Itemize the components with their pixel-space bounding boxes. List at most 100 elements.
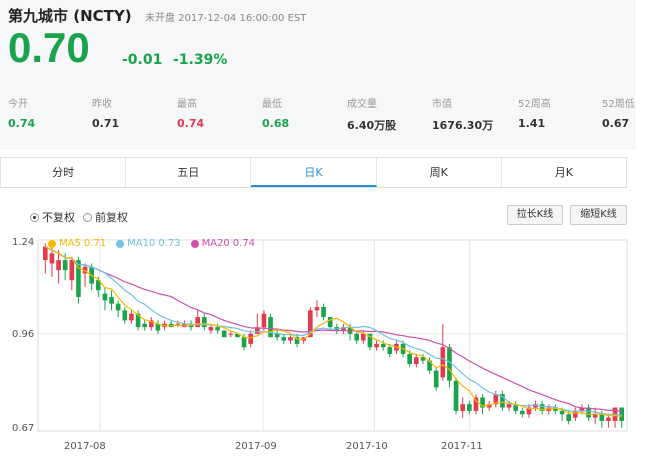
ma5-line: [45, 246, 622, 417]
legend-ma10: MA10 0.73: [116, 238, 181, 249]
candle-body: [440, 347, 446, 378]
x-tick-label: 2017-10: [346, 441, 388, 452]
candle-body: [374, 343, 379, 348]
candle-body: [56, 260, 61, 271]
stat-low: 最低 0.68: [262, 95, 289, 130]
candle-body: [314, 307, 320, 311]
stat-value: 1.41: [518, 117, 546, 130]
x-tick-label: 2017-11: [441, 441, 483, 452]
candle-body: [413, 357, 419, 364]
candle-body: [69, 260, 75, 281]
candle-body: [215, 327, 220, 331]
stat-prev-close: 昨收 0.71: [92, 95, 119, 130]
stat-label: 52周高: [518, 99, 551, 110]
stat-label: 最低: [262, 99, 282, 110]
radio-unadjusted[interactable]: 不复权: [30, 209, 75, 225]
candle-body: [261, 313, 267, 328]
radio-checked-icon: [30, 212, 39, 222]
legend-ma20: MA20 0.74: [190, 238, 256, 249]
market-status: 未开盘 2017-12-04 16:00:00 EST: [145, 13, 307, 24]
radio-label: 前复权: [95, 211, 128, 224]
candle-body: [572, 410, 578, 418]
k-line-chart: [37, 239, 628, 432]
candle-body: [49, 253, 55, 264]
stat-value: 0.71: [92, 117, 120, 130]
stat-52w-low: 52周低 0.67: [602, 95, 635, 130]
candle-body: [102, 293, 108, 301]
stock-title: 第九城市 (NCTY): [8, 7, 132, 25]
stat-value: 1676.30万: [432, 119, 494, 132]
y-tick-label: 0.67: [12, 423, 35, 434]
candle-body: [321, 307, 326, 318]
candle-body: [288, 337, 293, 341]
candle-body: [201, 317, 207, 328]
candle-body: [241, 337, 247, 348]
candle-body: [387, 347, 393, 354]
candle-body: [606, 417, 611, 421]
candle-body: [453, 380, 459, 411]
stat-52w-high: 52周高 1.41: [518, 95, 551, 130]
stat-value: 0.67: [602, 117, 630, 130]
x-tick-label: 2017-08: [64, 441, 106, 452]
candle-body: [109, 296, 114, 304]
plot-frame: [37, 239, 628, 432]
shrink-k-line-button[interactable]: 缩短K线: [570, 205, 627, 225]
price-change: -0.01: [122, 52, 163, 68]
candle-body: [122, 310, 128, 321]
ma10-dot-icon: [116, 239, 125, 248]
legend-ma5-name: MA5: [59, 238, 81, 249]
y-tick-label: 0.96: [12, 329, 35, 340]
stat-label: 今开: [8, 99, 28, 110]
ma20-dot-icon: [190, 239, 199, 248]
price-change-percent: -1.39%: [173, 52, 228, 68]
legend-ma20-value: 0.74: [232, 238, 256, 249]
candle-body: [433, 370, 439, 388]
stat-open: 今开 0.74: [8, 95, 35, 130]
stat-value: 6.40万股: [347, 119, 397, 132]
x-tick-label: 2017-09: [235, 441, 277, 452]
tab-daily-k[interactable]: 日K: [251, 158, 377, 187]
tab-intraday[interactable]: 分时: [1, 158, 127, 187]
candle-body: [62, 260, 68, 271]
y-tick-label: 1.24: [12, 237, 35, 248]
candle-body: [460, 404, 466, 411]
candle-body: [473, 397, 479, 411]
stat-volume: 成交量 6.40万股: [347, 95, 396, 133]
candle-body: [380, 343, 386, 348]
tab-weekly-k[interactable]: 周K: [377, 158, 502, 187]
stretch-k-line-button[interactable]: 拉长K线: [507, 205, 563, 225]
adjustment-options: 不复权 前复权: [30, 209, 128, 225]
stat-value: 0.74: [177, 117, 205, 130]
stat-market-cap: 市值 1676.30万: [432, 95, 493, 133]
candle-body: [619, 407, 625, 421]
candle-body: [115, 303, 121, 311]
candle-body: [281, 337, 287, 341]
radio-forward-adjusted[interactable]: 前复权: [83, 209, 128, 225]
candle-body: [208, 327, 214, 331]
stat-label: 市值: [432, 99, 452, 110]
ma5-dot-icon: [48, 239, 56, 248]
tab-five-day[interactable]: 五日: [126, 158, 252, 187]
candle-body: [195, 317, 201, 328]
candle-body: [228, 333, 234, 335]
current-price: 0.70: [8, 24, 90, 71]
candle-body: [506, 404, 512, 408]
radio-label: 不复权: [42, 211, 75, 224]
candle-body: [559, 410, 565, 415]
tab-monthly-k[interactable]: 月K: [502, 158, 626, 187]
legend-ma5-value: 0.71: [83, 238, 107, 249]
stat-label: 最高: [177, 99, 197, 110]
candle-body: [42, 246, 48, 261]
candle-body: [129, 313, 134, 321]
candle-body: [268, 317, 273, 338]
radio-unchecked-icon: [83, 212, 92, 222]
legend-ma20-name: MA20: [201, 238, 230, 249]
candle-body: [519, 410, 525, 415]
stat-value: 0.74: [8, 117, 36, 130]
candle-body: [360, 333, 366, 341]
stat-label: 成交量: [347, 99, 377, 110]
stat-label: 52周低: [602, 99, 635, 110]
candle-body: [142, 323, 148, 328]
stats-row: 今开 0.74 昨收 0.71 最高 0.74 最低 0.68 成交量 6.40…: [8, 95, 635, 133]
stat-label: 昨收: [92, 99, 112, 110]
